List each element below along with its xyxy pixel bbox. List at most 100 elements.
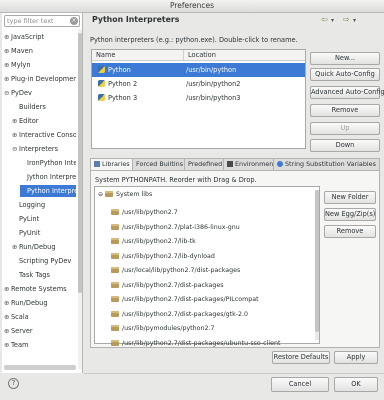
sidebar-item[interactable]: ⊕ JavaScript <box>4 31 76 43</box>
tab-forced-builtins[interactable]: Forced Builtins <box>132 158 188 170</box>
expand-icon[interactable]: ⊕ <box>4 73 11 85</box>
expand-icon[interactable]: ⊕ <box>4 283 11 295</box>
sidebar-item[interactable]: ⊕ Team <box>4 339 76 351</box>
help-icon[interactable]: ? <box>8 378 19 389</box>
sidebar-item[interactable]: ⊕ Remote Systems <box>4 283 76 295</box>
expand-icon[interactable]: ⊕ <box>12 129 19 141</box>
sidebar-item[interactable]: ⊕ Plug-in Development <box>4 73 76 85</box>
tree-scroll-thumb[interactable] <box>78 33 82 293</box>
lib-root-label: System libs <box>116 191 153 198</box>
expand-icon[interactable]: ⊕ <box>4 311 11 323</box>
advanced-auto-config-button[interactable]: Advanced Auto-Config <box>310 86 384 99</box>
sidebar-item[interactable]: IronPython Interpreter <box>20 157 76 169</box>
sidebar-item[interactable]: ⊕ Scala <box>4 311 76 323</box>
lib-path-label: /usr/lib/python2.7/lib-dynload <box>122 252 215 260</box>
sidebar-item[interactable]: ⊕ Run/Debug <box>12 241 76 253</box>
sidebar-item[interactable]: ⊕ Maven <box>4 45 76 57</box>
tab-label: String Substitution Variables <box>285 160 376 168</box>
filter-placeholder: type filter text <box>7 17 54 25</box>
lib-path-label: /usr/lib/python2.7/lib-tk <box>122 238 196 245</box>
ok-button[interactable]: OK <box>334 377 378 392</box>
list-item[interactable]: /usr/lib/python2.7/lib-dynload <box>111 251 215 263</box>
list-item[interactable]: /usr/lib/python2.7/dist-packages <box>111 280 224 292</box>
back-menu-chevron-icon[interactable]: ▾ <box>331 17 334 24</box>
list-item[interactable]: ⊖ System libs <box>98 189 152 201</box>
remove-lib-button[interactable]: Remove <box>324 225 376 238</box>
folder-icon <box>111 281 119 288</box>
expand-icon[interactable]: ⊕ <box>4 59 11 71</box>
expand-icon[interactable]: ⊕ <box>4 325 11 337</box>
list-item[interactable]: /usr/lib/python2.7/plat-i386-linux-gnu <box>111 222 240 234</box>
lib-path-label: /usr/lib/python2.7/dist-packages/PILcomp… <box>122 296 259 303</box>
move-up-button[interactable]: Up <box>310 122 380 135</box>
tree-horizontal-scrollbar[interactable] <box>4 365 76 370</box>
sidebar-item[interactable]: ⊕ Mylyn <box>4 59 76 71</box>
cancel-button[interactable]: Cancel <box>271 377 329 392</box>
tree-scrollbar[interactable] <box>78 29 82 369</box>
remove-interpreter-button[interactable]: Remove <box>310 104 380 117</box>
list-item[interactable]: /usr/lib/python2.7/dist-packages/PILcomp… <box>111 294 259 306</box>
list-item[interactable]: /usr/lib/python2.7/dist-packages/ubuntu-… <box>111 338 280 350</box>
sidebar-item[interactable]: ⊕Interactive Console <box>12 129 76 141</box>
sidebar-item[interactable]: Python Interpreter <box>20 185 76 197</box>
move-down-button[interactable]: Down <box>310 139 380 152</box>
list-item[interactable]: /usr/lib/python2.7 <box>111 207 178 219</box>
forward-arrow-icon[interactable]: ⇨ <box>343 15 350 24</box>
column-header-name[interactable]: Name <box>92 50 184 61</box>
list-item[interactable]: /usr/local/lib/python2.7/dist-packages <box>111 265 240 277</box>
sidebar-item-label: Logging <box>19 201 46 209</box>
libs-scrollbar[interactable] <box>315 190 319 340</box>
tab-predefined[interactable]: Predefined <box>184 158 227 170</box>
quick-auto-config-button[interactable]: Quick Auto-Config <box>310 68 380 81</box>
sidebar-item[interactable]: ⊖ PyDev <box>4 87 76 99</box>
expand-icon[interactable]: ⊕ <box>12 241 19 253</box>
sidebar-item[interactable]: Logging <box>12 199 76 211</box>
sidebar-item[interactable]: Builders <box>12 101 76 113</box>
filter-input[interactable]: type filter text × <box>4 15 80 27</box>
list-item[interactable]: /usr/lib/python2.7/dist-packages/gtk-2.0 <box>111 309 248 321</box>
back-arrow-icon[interactable]: ⇦ <box>321 15 328 24</box>
table-row[interactable]: Python 3 /usr/bin/python3 <box>92 91 305 105</box>
list-item[interactable]: /usr/lib/python2.7/lib-tk <box>111 236 196 248</box>
expand-icon[interactable]: ⊕ <box>4 339 11 351</box>
table-row[interactable]: Python 2 /usr/bin/python2 <box>92 77 305 91</box>
sidebar-item-label: Remote Systems <box>11 285 67 293</box>
collapse-icon[interactable]: ⊖ <box>4 87 11 99</box>
sidebar-item-label: Server <box>11 327 33 335</box>
table-row[interactable]: Python /usr/bin/python <box>92 63 305 77</box>
sidebar-item[interactable]: ⊕ Run/Debug <box>4 297 76 309</box>
lib-path-label: /usr/lib/python2.7 <box>122 209 178 216</box>
sidebar-item[interactable]: Scripting PyDev <box>12 255 76 267</box>
libs-scroll-thumb[interactable] <box>315 190 319 332</box>
lib-path-label: /usr/lib/python2.7/dist-packages <box>122 281 224 289</box>
column-header-location[interactable]: Location <box>184 50 305 61</box>
forward-menu-chevron-icon[interactable]: ▾ <box>353 17 356 24</box>
list-item[interactable]: /usr/lib/pymodules/python2.7 <box>111 323 215 335</box>
apply-button[interactable]: Apply <box>334 351 378 364</box>
tab-string-substitution[interactable]: String Substitution Variables <box>273 158 380 170</box>
expand-icon[interactable]: ⊕ <box>12 115 19 127</box>
tab-environment[interactable]: Environment <box>223 158 280 170</box>
expand-icon[interactable]: ⊕ <box>4 297 11 309</box>
collapse-icon[interactable]: ⊖ <box>12 143 19 155</box>
sidebar-item[interactable]: ⊖ Interpreters <box>12 143 76 155</box>
new-egg-zip-button[interactable]: New Egg/Zip(s) <box>324 208 376 221</box>
expand-icon[interactable]: ⊕ <box>4 31 11 43</box>
clear-filter-icon[interactable]: × <box>70 17 78 25</box>
sidebar-item[interactable]: ⊕ Server <box>4 325 76 337</box>
sidebar-item[interactable]: Task Tags <box>12 269 76 281</box>
restore-defaults-button[interactable]: Restore Defaults <box>272 351 330 364</box>
new-interpreter-button[interactable]: New... <box>310 52 380 65</box>
system-libs-tree: ⊖ System libs /usr/lib/python2.7/usr/lib/… <box>94 186 320 347</box>
sidebar-item[interactable]: PyUnit <box>12 227 76 239</box>
sidebar-item[interactable]: Jython Interpreter <box>20 171 76 183</box>
sidebar-item[interactable]: PyLint <box>12 213 76 225</box>
interpreter-location: /usr/bin/python3 <box>186 94 241 102</box>
folder-icon <box>111 339 119 346</box>
expand-icon[interactable]: ⊕ <box>4 45 11 57</box>
sidebar-item[interactable]: ⊕ Editor <box>12 115 76 127</box>
new-folder-button[interactable]: New Folder <box>324 191 376 204</box>
sidebar-item-label: Python Interpreter <box>27 187 76 195</box>
lib-path-label: /usr/local/lib/python2.7/dist-packages <box>122 267 241 274</box>
collapse-icon[interactable]: ⊖ <box>98 191 103 198</box>
